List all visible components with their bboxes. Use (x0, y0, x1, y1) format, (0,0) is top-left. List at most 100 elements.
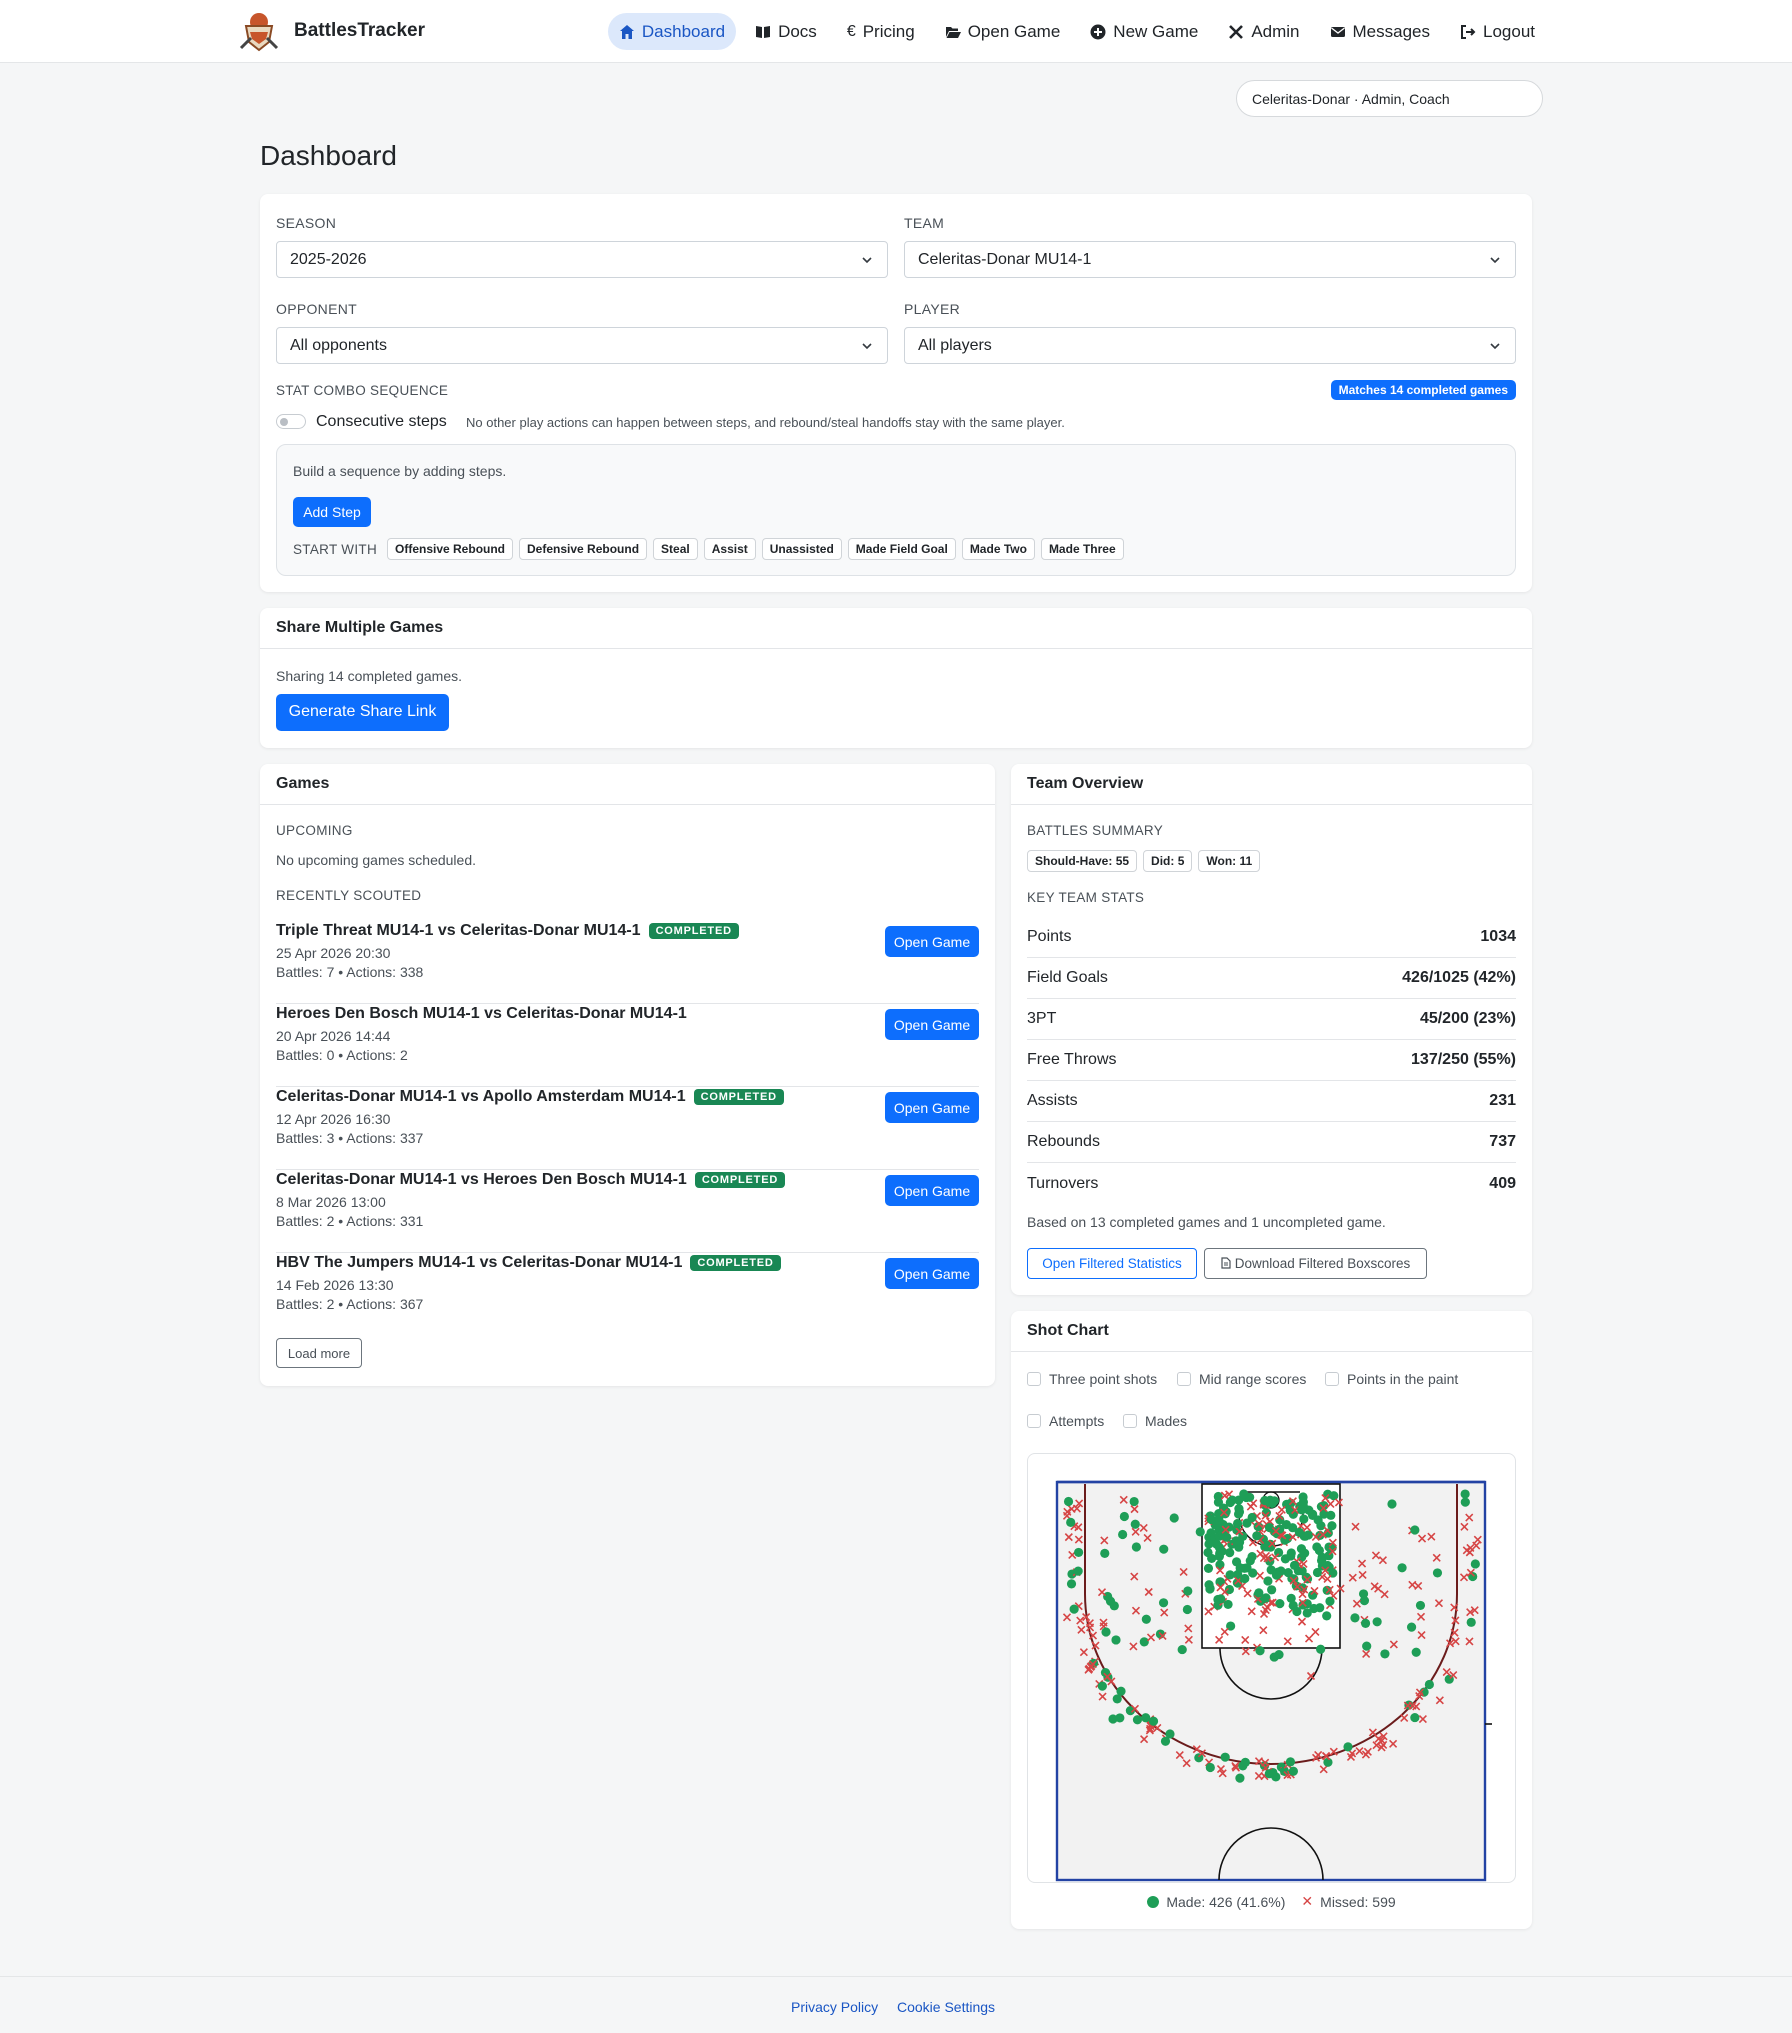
made-shot (1225, 1548, 1235, 1558)
made-shot (1410, 1712, 1420, 1723)
plus-circle-icon (1090, 24, 1106, 39)
start-chip-defensive-rebound[interactable]: Defensive Rebound (519, 538, 648, 560)
filter-paint[interactable]: Points in the paint (1325, 1371, 1458, 1387)
made-shot (1097, 1681, 1107, 1691)
made-shot (1312, 1567, 1323, 1578)
nav-logout[interactable]: Logout (1449, 13, 1546, 50)
made-shot (1262, 1542, 1272, 1552)
nav-open-game[interactable]: Open Game (934, 13, 1072, 50)
battles-label: BATTLES SUMMARY (1027, 823, 1164, 838)
game-title[interactable]: HBV The Jumpers MU14-1 vs Celeritas-Dona… (276, 1254, 682, 1272)
made-shot (1141, 1614, 1151, 1624)
made-shot (1267, 1585, 1277, 1595)
checkbox[interactable] (1027, 1372, 1041, 1386)
game-title[interactable]: Celeritas-Donar MU14-1 vs Heroes Den Bos… (276, 1171, 687, 1189)
basketball-court[interactable] (1028, 1454, 1517, 1884)
game-row: Triple Threat MU14-1 vs Celeritas-Donar … (276, 922, 979, 1004)
made-shot (1372, 1617, 1382, 1627)
start-chip-steal[interactable]: Steal (653, 538, 698, 560)
made-shot (1274, 1649, 1284, 1660)
stat-row-free-throws: Free Throws 137/250 (55%) (1027, 1040, 1516, 1081)
start-chip-offensive-rebound[interactable]: Offensive Rebound (387, 538, 514, 560)
start-chip-made-field-goal[interactable]: Made Field Goal (847, 538, 956, 560)
game-stats: Battles: 3 • Actions: 337 (276, 1130, 424, 1146)
open-filtered-stats-button[interactable]: Open Filtered Statistics (1027, 1248, 1197, 1279)
open-game-button[interactable]: Open Game (885, 926, 979, 957)
game-stats: Battles: 2 • Actions: 331 (276, 1213, 424, 1229)
team-select-value: Celeritas-Donar MU14-1 (918, 251, 1092, 268)
open-game-button[interactable]: Open Game (885, 1175, 979, 1206)
made-shot (1316, 1555, 1327, 1566)
start-chip-assist[interactable]: Assist (703, 538, 756, 560)
checkbox[interactable] (1027, 1414, 1041, 1428)
generate-share-link-button[interactable]: Generate Share Link (276, 694, 449, 731)
opponent-label: OPPONENT (276, 301, 357, 317)
consecutive-toggle[interactable] (276, 414, 306, 429)
legend-missed: ✕ Missed: 599 (1301, 1893, 1396, 1910)
privacy-policy-link[interactable]: Privacy Policy (791, 1999, 878, 2015)
start-chip-unassisted[interactable]: Unassisted (761, 538, 842, 560)
start-chip-made-three[interactable]: Made Three (1040, 538, 1124, 560)
game-title[interactable]: Heroes Den Bosch MU14-1 vs Celeritas-Don… (276, 1005, 687, 1023)
nav-dashboard[interactable]: Dashboard (607, 13, 737, 50)
made-shot (1415, 1600, 1426, 1611)
upcoming-empty: No upcoming games scheduled. (276, 852, 477, 868)
nav-messages[interactable]: Messages (1319, 13, 1441, 50)
nav-admin[interactable]: Admin (1217, 13, 1310, 50)
euro-icon: € (846, 22, 856, 40)
add-step-button[interactable]: Add Step (293, 497, 371, 527)
open-game-button[interactable]: Open Game (885, 1092, 979, 1123)
opponent-select[interactable]: All opponents (276, 327, 888, 364)
open-game-button[interactable]: Open Game (885, 1258, 979, 1289)
recent-label: RECENTLY SCOUTED (276, 888, 422, 903)
filter-attempts[interactable]: Attempts (1027, 1413, 1104, 1429)
made-shot (1227, 1495, 1237, 1505)
game-title[interactable]: Triple Threat MU14-1 vs Celeritas-Donar … (276, 922, 641, 940)
nav-new-game-label: New Game (1113, 21, 1199, 41)
cookie-settings-link[interactable]: Cookie Settings (897, 1999, 995, 2015)
made-shot (1235, 1563, 1245, 1573)
filter-mades[interactable]: Mades (1123, 1413, 1187, 1429)
brand[interactable]: BattlesTracker (236, 8, 425, 54)
made-shot (1406, 1622, 1417, 1632)
stat-row-turnovers: Turnovers 409 (1027, 1174, 1516, 1192)
download-boxscores-button[interactable]: Download Filtered Boxscores (1204, 1248, 1427, 1279)
made-shot (1223, 1599, 1233, 1610)
player-select[interactable]: All players (904, 327, 1516, 364)
made-shot (1182, 1604, 1192, 1615)
game-row: Heroes Den Bosch MU14-1 vs Celeritas-Don… (276, 1005, 979, 1087)
made-shot (1205, 1762, 1215, 1773)
filter-mid-range[interactable]: Mid range scores (1177, 1371, 1306, 1387)
made-shot (1194, 1753, 1204, 1763)
status-badge: COMPLETED (693, 1089, 784, 1105)
shot-chart-title: Shot Chart (1011, 1311, 1532, 1352)
made-shot (1362, 1641, 1372, 1651)
nav-pricing[interactable]: € Pricing (836, 13, 926, 50)
load-more-button[interactable]: Load more (276, 1338, 362, 1368)
season-select[interactable]: 2025-2026 (276, 241, 888, 278)
status-badge: COMPLETED (694, 1172, 786, 1188)
made-shot (1397, 1563, 1407, 1573)
team-select[interactable]: Celeritas-Donar MU14-1 (904, 241, 1516, 278)
nav-messages-label: Messages (1352, 21, 1430, 41)
checkbox[interactable] (1325, 1372, 1339, 1386)
games-card: Games UPCOMING No upcoming games schedul… (260, 764, 995, 1386)
nav-dashboard-label: Dashboard (641, 21, 726, 41)
made-shot (1387, 1499, 1397, 1509)
nav-docs[interactable]: Docs (744, 13, 828, 50)
made-shot (1281, 1519, 1292, 1530)
checkbox[interactable] (1177, 1372, 1191, 1386)
game-row: Celeritas-Donar MU14-1 vs Apollo Amsterd… (276, 1088, 979, 1170)
open-game-button[interactable]: Open Game (885, 1009, 979, 1040)
made-shot (1289, 1560, 1300, 1570)
checkbox[interactable] (1123, 1414, 1137, 1428)
made-shot (1460, 1497, 1470, 1507)
nav-new-game[interactable]: New Game (1079, 13, 1209, 50)
filter-three-point[interactable]: Three point shots (1027, 1371, 1157, 1387)
battle-chip-won: Won: 11 (1198, 850, 1261, 872)
made-shot (1297, 1505, 1307, 1515)
start-chip-made-two[interactable]: Made Two (961, 538, 1035, 560)
user-context-pill[interactable]: Celeritas-Donar · Admin, Coach (1236, 80, 1543, 117)
game-title[interactable]: Celeritas-Donar MU14-1 vs Apollo Amsterd… (276, 1088, 686, 1106)
team-label: TEAM (904, 215, 945, 231)
